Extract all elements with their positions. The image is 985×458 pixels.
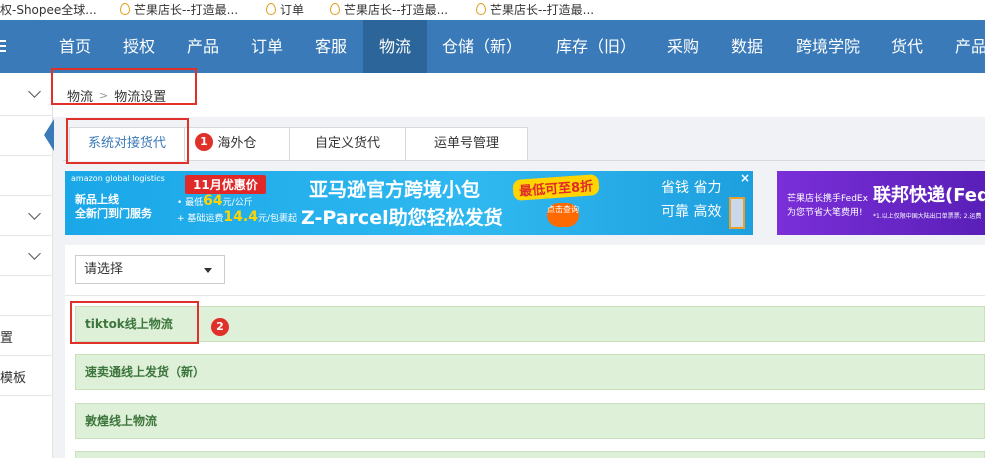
logistics-row-aliexpress[interactable]: 速卖通线上发货（新）	[75, 354, 985, 390]
nav-item-data[interactable]: 数据	[720, 20, 774, 73]
chevron-down-icon	[28, 247, 41, 260]
banner-price2: + 基础运费14.4元/包裹起	[177, 209, 297, 225]
sidebar-item-label: 模板	[0, 371, 27, 386]
active-marker-icon	[44, 119, 54, 151]
annotation-badge-2: 2	[211, 318, 229, 336]
sidebar-item-template[interactable]: 模板	[0, 356, 53, 396]
bookmark-item[interactable]: 芒果店长--打造最...	[476, 2, 595, 17]
banner-fedex[interactable]: 芒果店长携手FedEx 为您节省大笔费用! 联邦快递(FedE *1.以上仅限中…	[777, 171, 985, 235]
banner-cta-button[interactable]: 点击查询	[547, 203, 579, 227]
nav-item-product-2[interactable]: 产品	[944, 20, 985, 73]
sidebar-item-settings[interactable]: 置	[0, 316, 53, 356]
forwarder-select[interactable]: 请选择	[75, 255, 225, 284]
chevron-down-icon	[28, 207, 41, 220]
annotation-badge-1: 1	[195, 133, 213, 151]
logistics-row-partial[interactable]	[75, 451, 985, 458]
bookmark-label: 芒果店长--打造最...	[344, 2, 449, 17]
banner-fedex-line1: 芒果店长携手FedEx	[787, 194, 868, 204]
close-icon[interactable]: ×	[740, 171, 750, 185]
mango-icon	[120, 3, 130, 15]
select-value: 请选择	[84, 262, 124, 277]
sidebar-group[interactable]	[0, 73, 53, 116]
bookmark-label: 芒果店长--打造最...	[134, 2, 239, 17]
banner-promo: 11月优惠价	[185, 175, 266, 194]
sidebar: 置 模板	[0, 73, 54, 458]
banner-fedex-note: *1.以上仅限中国大陆出口单票票; 2.运费	[873, 213, 982, 220]
sidebar-item[interactable]	[0, 156, 53, 196]
bookmark-item[interactable]: 芒果店长--打造最...	[120, 2, 239, 17]
banner-fedex-title: 联邦快递(FedE	[873, 185, 985, 206]
nav-item-home[interactable]: 首页	[48, 20, 102, 73]
tab-tracking-number[interactable]: 运单号管理	[405, 127, 528, 161]
highlight-box-tiktok	[70, 301, 199, 344]
sidebar-item-label: 置	[0, 331, 14, 346]
door-icon	[729, 197, 745, 229]
sidebar-group[interactable]	[0, 236, 53, 276]
forwarder-panel: 请选择 tiktok线上物流 速卖通线上发货（新） 敦煌线上物流	[65, 245, 985, 458]
nav-item-inventory-old[interactable]: 库存（旧）	[544, 20, 648, 73]
sidebar-group[interactable]	[0, 196, 53, 236]
nav-item-orders[interactable]: 订单	[240, 20, 294, 73]
nav-item-product[interactable]: 产品	[176, 20, 230, 73]
banner-brand: amazon global logistics	[71, 174, 165, 183]
highlight-box-tab	[66, 118, 189, 164]
banner-title1: 亚马逊官方跨境小包	[309, 179, 481, 201]
mango-icon	[266, 3, 276, 15]
mango-icon	[476, 3, 486, 15]
nav-item-forwarder[interactable]: 货代	[880, 20, 934, 73]
banner-tag2: 可靠 高效	[661, 204, 722, 220]
main-content: 系统对接货代 海外仓 自定义货代 运单号管理 amazon global log…	[63, 117, 985, 458]
banner-discount: 最低可至8折	[512, 174, 600, 201]
nav-item-purchase[interactable]: 采购	[656, 20, 710, 73]
bookmark-label: 订单	[280, 2, 305, 17]
banner-tag1: 省钱 省力	[661, 180, 722, 196]
logistics-row-dhgate[interactable]: 敦煌线上物流	[75, 403, 985, 439]
tab-custom-forwarder[interactable]: 自定义货代	[289, 127, 406, 161]
bookmarks-bar: 授权-Shopee全球... 芒果店长--打造最... 订单 芒果店长--打造最…	[0, 0, 985, 20]
sidebar-item[interactable]	[0, 276, 53, 316]
nav-item-logistics[interactable]: 物流	[363, 20, 427, 73]
divider	[65, 295, 985, 296]
banner-amazon[interactable]: amazon global logistics 新品上线 全新门到门服务 11月…	[65, 171, 753, 235]
nav-item-auth[interactable]: 授权	[112, 20, 166, 73]
menu-icon[interactable]	[0, 37, 16, 57]
nav-item-warehouse-new[interactable]: 仓储（新）	[430, 20, 534, 73]
chevron-down-icon	[28, 85, 41, 98]
mango-icon	[330, 3, 340, 15]
banner-line2: 全新门到门服务	[75, 207, 152, 220]
nav-item-service[interactable]: 客服	[304, 20, 358, 73]
banner-fedex-line2: 为您节省大笔费用!	[787, 208, 863, 218]
bookmark-label: 芒果店长--打造最...	[490, 2, 595, 17]
bookmark-item[interactable]: 芒果店长--打造最...	[330, 2, 449, 17]
bookmark-item[interactable]: 订单	[266, 2, 305, 17]
banner-price1: • 最低64元/公斤	[177, 193, 253, 209]
bookmark-label: 授权-Shopee全球...	[0, 2, 97, 17]
nav-item-academy[interactable]: 跨境学院	[786, 20, 870, 73]
caret-down-icon	[204, 268, 212, 273]
bookmark-item[interactable]: 授权-Shopee全球...	[0, 2, 97, 17]
top-nav: 首页 授权 产品 订单 客服 物流 仓储（新） 库存（旧） 采购 数据 跨境学院…	[0, 20, 985, 73]
highlight-box-breadcrumb	[51, 68, 197, 105]
banner-title2: Z-Parcel助您轻松发货	[301, 207, 503, 229]
